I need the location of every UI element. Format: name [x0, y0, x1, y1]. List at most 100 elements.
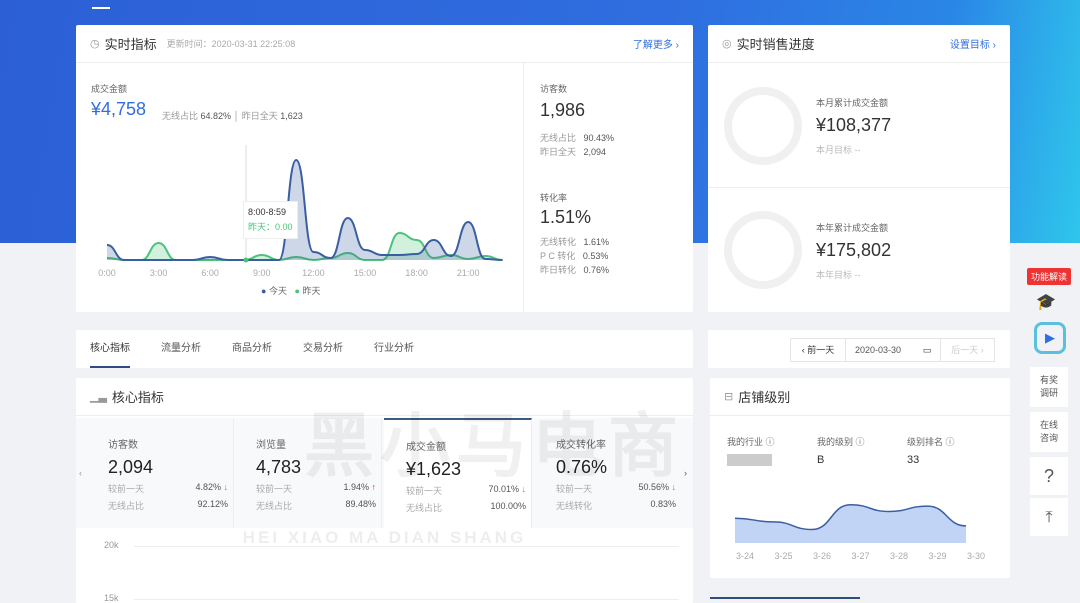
tab-traffic[interactable]: 流量分析 [161, 330, 201, 368]
help-icon[interactable]: ⓘ [766, 437, 775, 447]
yesterday-label: 昨日全天 [241, 111, 278, 121]
tab-trade[interactable]: 交易分析 [303, 330, 343, 368]
x-tick: 0:00 [98, 268, 116, 278]
sales-progress-card: ◎ 实时销售进度 设置目标 › 本月累计成交金额 ¥108,377 本月目标 -- … [708, 25, 1010, 312]
year-label: 本年累计成交金额 [816, 223, 889, 233]
x-tick: 9:00 [253, 268, 271, 278]
realtime-card: ◷ 实时指标 更新时间：2020-03-31 22:25:08 了解更多 › 成交金额… [76, 25, 693, 312]
bar-chart-icon: ▁▃ [90, 391, 107, 403]
label: 无线占比 [406, 503, 443, 513]
metric-value: 2,094 [108, 457, 154, 477]
play-video-icon[interactable]: ▶ [1034, 322, 1066, 354]
help-icon[interactable]: ⓘ [946, 437, 955, 447]
feature-guide-badge[interactable]: 功能解读 [1027, 268, 1072, 285]
nav-active-indicator [92, 7, 110, 9]
rank-value: 33 [907, 454, 920, 466]
back-to-top-button[interactable]: ⤒ [1030, 498, 1068, 536]
value: 1.61% [583, 237, 610, 247]
date-input[interactable]: 2020-03-30 [846, 345, 914, 355]
learn-more-link[interactable]: 了解更多 › [633, 36, 679, 51]
cvr-label: 转化率 [540, 193, 568, 203]
year-goal: 本年目标 -- [816, 270, 861, 280]
realtime-chart[interactable]: 0:00 3:00 6:00 9:00 12:00 15:00 18:00 21:00 [76, 135, 526, 295]
value: 0.76% [583, 265, 610, 275]
consult-label: 在线咨询 [1039, 420, 1058, 443]
scroll-left-arrow[interactable]: ‹ [79, 468, 82, 478]
watermark: HEI XIAO MA DIAN SHANG [76, 528, 693, 548]
wireless-label: 无线占比 [162, 111, 199, 121]
value: 0.83% [650, 499, 676, 509]
mascot-icon[interactable]: 🎓 [1036, 292, 1056, 312]
legend-today[interactable]: 今天 [269, 286, 287, 296]
x-tick: 6:00 [201, 268, 219, 278]
help-button[interactable]: ? [1030, 457, 1068, 495]
y-tick: 15k [104, 593, 119, 603]
x-tick: 3-28 [890, 551, 908, 561]
label: 较前一天 [256, 484, 293, 494]
level-label: 我的级别 [817, 437, 854, 447]
consult-button[interactable]: 在线咨询 [1030, 412, 1068, 452]
value: 100.00% [490, 501, 526, 511]
store-level-card: ⊟ 店铺级别 我的行业 ⓘ 我的级别 ⓘ B 级别排名 ⓘ 33 3-24 3-25… [710, 378, 1010, 578]
x-tick: 21:00 [457, 268, 480, 278]
gmv-value: ¥4,758 [91, 99, 147, 119]
month-value: ¥108,377 [816, 115, 892, 135]
month-progress-ring [724, 87, 802, 165]
arrow-down-icon: ↓ [223, 482, 229, 492]
month-label: 本月累计成交金额 [816, 98, 889, 108]
label: 无线转化 [556, 501, 593, 511]
level-value: B [817, 454, 825, 466]
store-level-chart[interactable]: 3-24 3-25 3-26 3-27 3-28 3-29 3-30 [710, 488, 1010, 568]
survey-button[interactable]: 有奖调研 [1030, 367, 1068, 407]
label: 无线占比 [108, 501, 145, 511]
x-tick: 3-30 [967, 551, 985, 561]
legend-yesterday[interactable]: 昨天 [302, 286, 320, 296]
visitors-label: 访客数 [540, 84, 568, 94]
metric-card[interactable]: 访客数 2,094 较前一天 4.82% ↓ 无线占比 92.12% [86, 418, 234, 528]
divider [523, 63, 524, 312]
core-metrics-card: ▁▃ 核心指标 ‹ › 访客数 2,094 较前一天 4.82% ↓ 无线占比 92.12%… [76, 378, 693, 603]
x-tick: 3-26 [813, 551, 831, 561]
year-value: ¥175,802 [816, 240, 892, 260]
card-title: 实时指标 [104, 37, 157, 52]
visitors-value: 1,986 [540, 100, 586, 120]
value: 4.82% [195, 482, 221, 492]
next-day-button[interactable]: 后一天 › [940, 339, 994, 361]
label: 无线占比 [540, 133, 577, 143]
x-tick: 3-25 [774, 551, 792, 561]
calendar-icon[interactable]: ▭ [914, 345, 940, 356]
analysis-tabs: 核心指标 流量分析 商品分析 交易分析 行业分析 [76, 330, 693, 368]
card-title: 店铺级别 [738, 390, 791, 405]
tab-core[interactable]: 核心指标 [90, 330, 130, 368]
help-icon[interactable]: ⓘ [856, 437, 865, 447]
label: 较前一天 [108, 484, 145, 494]
cvr-value: 1.51% [540, 207, 592, 227]
clock-icon: ◷ [90, 38, 100, 50]
tab-product[interactable]: 商品分析 [232, 330, 272, 368]
prev-day-button[interactable]: ‹ 前一天 [791, 339, 846, 361]
value: 90.43% [583, 133, 615, 143]
divider [708, 187, 1010, 188]
tab-industry[interactable]: 行业分析 [374, 330, 414, 368]
watermark-text: HEI XIAO MA DIAN SHANG [242, 528, 527, 547]
survey-label: 有奖调研 [1039, 375, 1058, 398]
question-icon: ? [1043, 465, 1054, 486]
gridline [134, 599, 679, 600]
x-tick: 15:00 [354, 268, 377, 278]
value: 89.48% [345, 499, 376, 509]
year-progress-ring [724, 211, 802, 289]
x-tick: 12:00 [302, 268, 325, 278]
tooltip-value: 昨天：0.00 [248, 222, 293, 232]
industry-label: 我的行业 [727, 437, 764, 447]
update-time: 更新时间：2020-03-31 22:25:08 [166, 39, 296, 49]
x-tick: 3-24 [736, 551, 754, 561]
card-title: 实时销售进度 [736, 37, 815, 52]
yesterday-value: 1,623 [280, 111, 303, 121]
scroll-right-arrow[interactable]: › [684, 468, 687, 478]
chart-tooltip: 8:00-8:59 昨天：0.00 [243, 201, 298, 239]
rank-label: 级别排名 [907, 437, 944, 447]
wireless-value: 64.82% [200, 111, 232, 121]
set-goal-link[interactable]: 设置目标 › [950, 36, 996, 51]
date-bar: ‹ 前一天 2020-03-30 ▭ 后一天 › [708, 330, 1010, 368]
label: 昨日转化 [540, 265, 577, 275]
